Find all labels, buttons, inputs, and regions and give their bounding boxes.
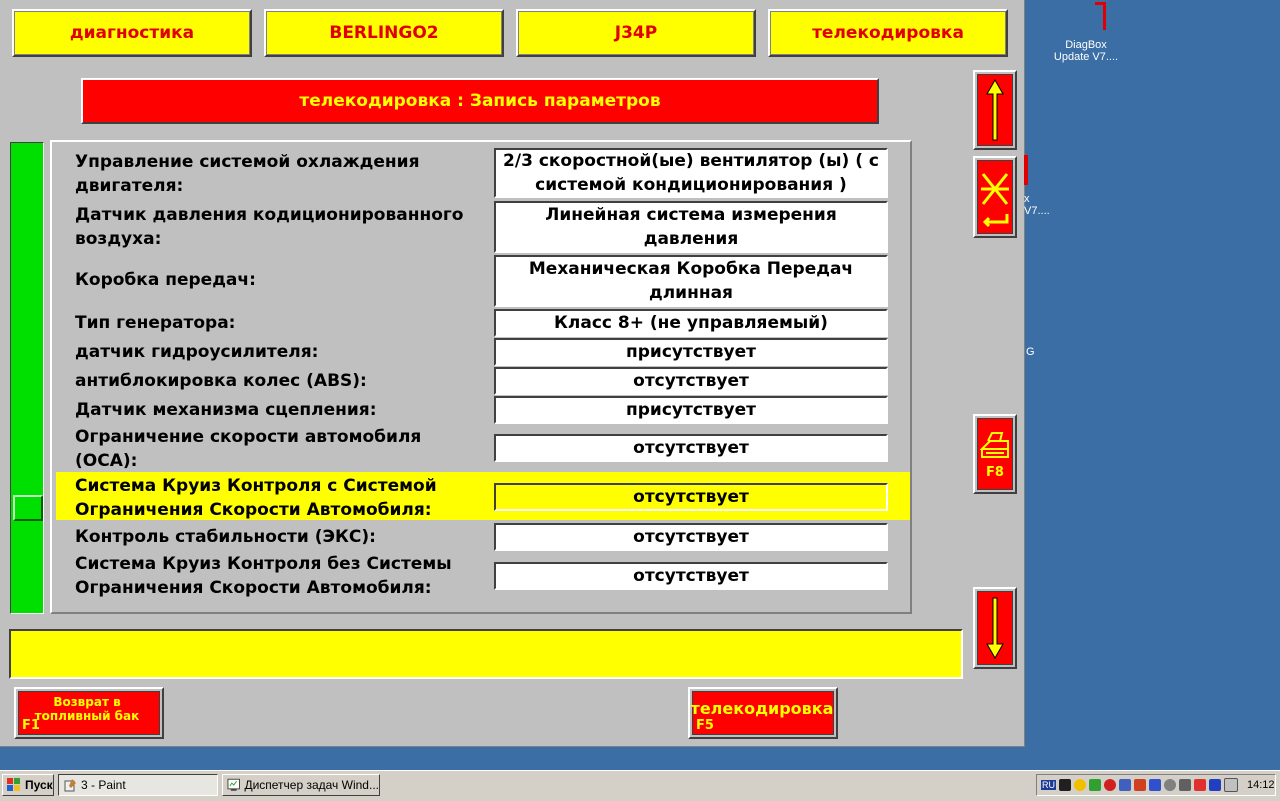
row-label: Управление системой охлаждения двигателя…	[75, 152, 420, 196]
row-label: Коробка передач:	[75, 270, 256, 290]
task-manager-icon	[227, 778, 240, 791]
taskbar: Пуск 3 - Paint Диспетчер задач Wind... R…	[0, 770, 1280, 801]
tab-diagnostics[interactable]: диагностика	[12, 9, 252, 57]
scroll-up-button[interactable]	[973, 70, 1017, 150]
status-message-bar	[9, 629, 963, 679]
row-label: антиблокировка колес (ABS):	[75, 371, 367, 391]
row-label: Система Круиз Контроля без Системы Огран…	[75, 554, 452, 598]
row-value[interactable]: Класс 8+ (не управляемый)	[494, 309, 888, 337]
paint-icon	[64, 779, 76, 792]
network-icon[interactable]	[1089, 779, 1101, 791]
scrollbar[interactable]	[10, 142, 44, 614]
monitor-icon[interactable]	[1059, 779, 1071, 791]
row-label: Тип генератора:	[75, 313, 236, 333]
connection-icon[interactable]	[1119, 779, 1131, 791]
tab-vehicle[interactable]: BERLINGO2	[264, 9, 504, 57]
tool-icon[interactable]	[1209, 779, 1221, 791]
row-value[interactable]: Механическая Коробка Передач длинная	[494, 255, 888, 307]
row-value[interactable]: отсутствует	[494, 434, 888, 462]
speaker-icon[interactable]	[1179, 779, 1191, 791]
taskbar-item-task-manager[interactable]: Диспетчер задач Wind...	[222, 774, 380, 796]
row-value[interactable]: отсутствует	[494, 367, 888, 395]
row-value[interactable]: присутствует	[494, 396, 888, 424]
taskbar-item-label: 3 - Paint	[81, 778, 126, 792]
telecode-button[interactable]: телекодировка F5	[688, 687, 838, 739]
monitor-small-icon[interactable]	[1224, 778, 1238, 792]
print-button[interactable]: F8	[973, 414, 1017, 494]
start-button[interactable]: Пуск	[2, 774, 54, 796]
row-value[interactable]: присутствует	[494, 338, 888, 366]
scroll-down-button[interactable]	[973, 587, 1017, 669]
disk-icon[interactable]	[1164, 779, 1176, 791]
diagbox-window: диагностика BERLINGO2 J34P телекодировка…	[0, 0, 1025, 747]
telecode-key-label: F5	[696, 718, 714, 733]
tab-telecoding[interactable]: телекодировка	[768, 9, 1008, 57]
tab-ecu[interactable]: J34P	[516, 9, 756, 57]
language-indicator[interactable]: RU	[1041, 780, 1056, 790]
taskbar-item-paint[interactable]: 3 - Paint	[58, 774, 218, 796]
desktop-icon-label[interactable]: x V7....	[1024, 193, 1054, 217]
row-label: Ограничение скорости автомобиля (ОСА):	[75, 427, 422, 471]
battery-icon[interactable]	[1149, 779, 1161, 791]
row-label: датчик гидроусилителя:	[75, 342, 319, 362]
row-value[interactable]: отсутствует	[494, 483, 888, 511]
cancel-enter-icon	[981, 173, 1009, 228]
desktop-icon-fragment	[1024, 155, 1028, 185]
page-title: телекодировка : Запись параметров	[81, 78, 879, 124]
arrow-up-icon	[986, 78, 1004, 141]
start-label: Пуск	[25, 778, 53, 792]
clock[interactable]: 14:12	[1247, 779, 1275, 791]
row-value[interactable]: отсутствует	[494, 523, 888, 551]
taskbar-item-label: Диспетчер задач Wind...	[244, 778, 379, 792]
cancel-button[interactable]	[973, 156, 1017, 238]
flag-icon[interactable]	[1194, 779, 1206, 791]
antivirus-icon[interactable]	[1134, 779, 1146, 791]
telecode-button-label: телекодировка	[690, 699, 834, 718]
desktop-icon-label[interactable]: DiagBox Update V7....	[1050, 39, 1122, 63]
printer-icon	[979, 431, 1009, 458]
back-button-label: Возврат в топливный бак	[34, 695, 140, 723]
scrollbar-thumb[interactable]	[13, 495, 43, 521]
print-key-label: F8	[986, 464, 1004, 480]
row-value[interactable]: Линейная система измерения давления	[494, 201, 888, 253]
back-button[interactable]: Возврат в топливный бак F1	[14, 687, 164, 739]
row-label: Датчик давления кодиционированного возду…	[75, 205, 464, 249]
stop-icon[interactable]	[1104, 779, 1116, 791]
diagbox-update-icon[interactable]	[1095, 2, 1107, 30]
row-value[interactable]: 2/3 скоростной(ые) вентилятор (ы) ( с си…	[494, 148, 888, 198]
arrow-down-icon	[986, 597, 1004, 660]
desktop-icon-label[interactable]: G	[1026, 346, 1038, 358]
system-tray: RU 14:12	[1036, 774, 1276, 796]
parameters-panel: Управление системой охлаждения двигателя…	[50, 140, 912, 614]
row-label: Датчик механизма сцепления:	[75, 400, 377, 420]
security-shield-icon[interactable]	[1074, 779, 1086, 791]
back-key-label: F1	[22, 718, 40, 733]
row-label: Контроль стабильности (ЭКС):	[75, 527, 376, 547]
row-value[interactable]: отсутствует	[494, 562, 888, 590]
row-label: Система Круиз Контроля с Системой Ограни…	[75, 476, 437, 520]
windows-logo-icon	[7, 778, 20, 791]
